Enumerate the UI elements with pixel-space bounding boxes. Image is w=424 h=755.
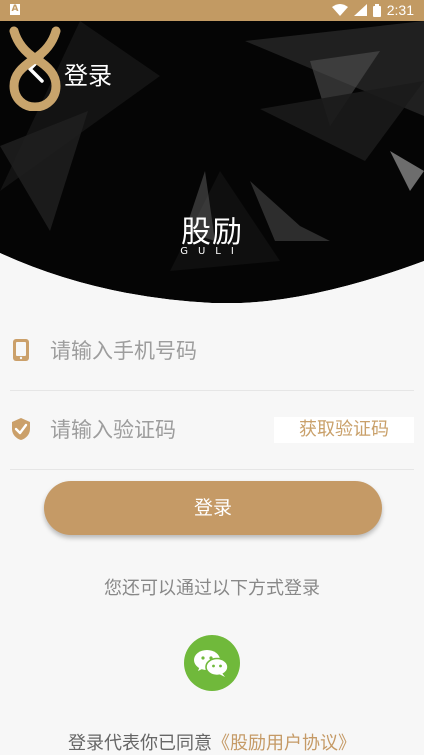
status-icons: 2:31: [331, 2, 414, 18]
hero-banner: 登录 股励 GULI: [0, 21, 424, 303]
phone-icon: [13, 339, 29, 361]
wechat-icon: [194, 650, 229, 677]
signal-icon: [353, 4, 367, 16]
wechat-login-button[interactable]: [184, 635, 240, 691]
phone-field: [10, 312, 414, 391]
brand-name: 股励: [181, 215, 243, 250]
get-code-button[interactable]: 获取验证码: [274, 417, 414, 443]
wifi-icon: [331, 4, 348, 16]
verification-field: 获取验证码: [10, 391, 414, 470]
phone-input[interactable]: [50, 330, 390, 372]
app-notification-icon: A: [10, 4, 20, 15]
user-agreement-link[interactable]: 《股励用户协议》: [212, 733, 356, 754]
alternative-login-text: 您还可以通过以下方式登录: [104, 578, 320, 599]
status-time: 2:31: [386, 2, 414, 18]
status-bar: A 2:31: [0, 0, 424, 21]
battery-icon: [372, 3, 381, 17]
brand-logo-icon: [9, 26, 61, 111]
page-title: 登录: [64, 62, 112, 90]
shield-check-icon: [12, 418, 30, 440]
agreement-text: 登录代表你已同意《股励用户协议》: [0, 729, 424, 755]
verification-code-input[interactable]: [50, 409, 270, 451]
agreement-prefix: 登录代表你已同意: [68, 733, 212, 754]
brand-subtitle: GULI: [180, 246, 244, 257]
login-button[interactable]: 登录: [44, 481, 382, 535]
